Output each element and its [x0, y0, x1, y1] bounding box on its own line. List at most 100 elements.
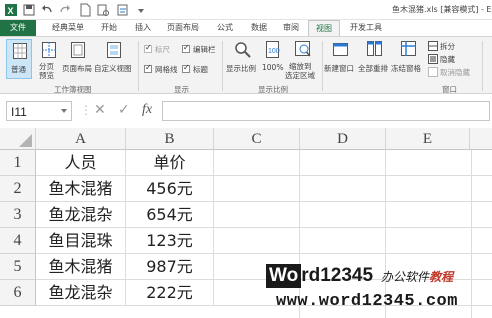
column-header-a[interactable]: A	[36, 128, 126, 150]
cell-b2[interactable]: 456元	[126, 176, 214, 202]
watermark-tagline-part1: 办公软件	[381, 270, 430, 284]
enter-icon[interactable]: ✓	[118, 102, 130, 118]
row-header-4[interactable]: 4	[0, 228, 36, 254]
ruler-checkbox[interactable]	[144, 43, 152, 53]
freeze-panes-icon	[401, 41, 417, 62]
group-label-workbook-views: 工作簿视图	[54, 85, 92, 94]
page-layout-label: 页面布局	[62, 64, 92, 73]
save-icon[interactable]	[22, 3, 36, 17]
zoom-to-selection-button[interactable]: 缩放到 选定区域	[285, 39, 320, 81]
arrange-all-label: 全部重排	[358, 64, 388, 73]
redo-icon[interactable]	[58, 3, 72, 17]
watermark-brand-rest: rd12345	[301, 265, 374, 286]
split-icon[interactable]	[428, 41, 438, 54]
tab-page-layout[interactable]: 页面布局	[164, 20, 202, 36]
formula-bar: I11 ⋮ ✕ ✓ fx	[0, 98, 492, 124]
row-header-6[interactable]: 6	[0, 280, 36, 306]
formula-input[interactable]	[162, 101, 490, 121]
cell-b6[interactable]: 222元	[126, 280, 214, 306]
column-header-e[interactable]: E	[386, 128, 470, 150]
zoom-button[interactable]: 显示比例	[226, 39, 258, 81]
row-header-3[interactable]: 3	[0, 202, 36, 228]
name-box-dropdown-icon[interactable]	[60, 107, 68, 118]
headings-label: 标题	[193, 65, 208, 74]
group-separator	[138, 41, 139, 91]
new-document-icon[interactable]	[78, 3, 92, 17]
cell-b1[interactable]: 单价	[126, 150, 214, 176]
page-layout-view-button[interactable]: 页面布局	[62, 39, 94, 81]
group-separator	[222, 41, 223, 91]
column-header-partial	[470, 128, 492, 150]
svg-text:100: 100	[268, 48, 280, 55]
svg-text:X: X	[8, 6, 14, 16]
new-window-button[interactable]: 新建窗口	[324, 39, 358, 81]
name-box-value: I11	[11, 105, 27, 119]
select-all-corner[interactable]	[0, 128, 36, 150]
unhide-icon[interactable]	[428, 67, 438, 80]
customize-dropdown-icon[interactable]	[134, 3, 148, 17]
tab-insert[interactable]: 插入	[130, 20, 156, 36]
row-header-1[interactable]: 1	[0, 150, 36, 176]
custom-views-button[interactable]: 自定义视图	[94, 39, 132, 81]
split-label[interactable]: 拆分	[440, 41, 455, 52]
formula-bar-checkbox[interactable]	[182, 43, 190, 53]
name-box[interactable]: I11	[6, 101, 72, 121]
tab-file[interactable]: 文件	[0, 20, 36, 36]
page-layout-icon	[71, 42, 85, 61]
tab-classic-menu[interactable]: 经典菜单	[46, 20, 90, 36]
hide-label[interactable]: 隐藏	[440, 54, 455, 65]
tab-developer[interactable]: 开发工具	[346, 20, 386, 36]
tab-data[interactable]: 数据	[246, 20, 272, 36]
watermark-brand-box: Wo	[266, 264, 302, 288]
page-break-label-2: 预览	[39, 71, 54, 80]
watermark-logo: Wo rd12345 办公软件教程	[266, 264, 453, 288]
tab-view[interactable]: 视图	[308, 20, 340, 37]
custom-views-icon	[107, 42, 121, 61]
tab-home[interactable]: 开始	[96, 20, 122, 36]
zoom-100-icon: 100	[265, 41, 281, 62]
arrange-all-icon	[367, 41, 383, 62]
normal-view-button[interactable]: 普通	[6, 39, 32, 79]
group-label-zoom: 显示比例	[258, 85, 288, 94]
gridlines-checkbox[interactable]	[144, 63, 152, 73]
column-header-d[interactable]: D	[300, 128, 386, 150]
cancel-icon[interactable]: ✕	[94, 102, 106, 118]
cell-a1[interactable]: 人员	[36, 150, 126, 176]
cell-b3[interactable]: 654元	[126, 202, 214, 228]
spell-check-icon[interactable]	[116, 3, 130, 17]
insert-function-icon[interactable]: fx	[142, 102, 152, 118]
cell-a5[interactable]: 鱼木混猪	[36, 254, 126, 280]
cell-b5[interactable]: 987元	[126, 254, 214, 280]
freeze-panes-label: 冻结窗格	[391, 64, 421, 73]
arrange-all-button[interactable]: 全部重排	[358, 39, 392, 81]
freeze-panes-button[interactable]: 冻结窗格	[391, 39, 426, 81]
cell-a4[interactable]: 鱼目混珠	[36, 228, 126, 254]
hide-icon[interactable]	[428, 54, 438, 67]
page-break-preview-button[interactable]: 分页 预览	[36, 39, 62, 81]
undo-icon[interactable]	[40, 3, 54, 17]
row-header-5[interactable]: 5	[0, 254, 36, 280]
column-header-b[interactable]: B	[126, 128, 214, 150]
worksheet-grid: A B C D E 1 人员 单价 2 鱼木混猪 456元 3 鱼龙混杂 654…	[0, 128, 492, 318]
zoom-selection-label-2: 选定区域	[285, 71, 315, 80]
print-preview-icon[interactable]	[96, 3, 110, 17]
page-break-icon	[42, 42, 56, 61]
unhide-label[interactable]: 取消隐藏	[440, 67, 470, 78]
column-header-c[interactable]: C	[214, 128, 300, 150]
cell-a6[interactable]: 鱼龙混杂	[36, 280, 126, 306]
tab-review[interactable]: 审阅	[278, 20, 304, 36]
new-window-label: 新建窗口	[324, 64, 354, 73]
cell-a3[interactable]: 鱼龙混杂	[36, 202, 126, 228]
zoom-label: 显示比例	[226, 64, 256, 73]
group-separator	[322, 41, 323, 91]
title-bar: X 鱼木混猪.xls [兼容模式] - Ex	[0, 0, 492, 20]
cell-b4[interactable]: 123元	[126, 228, 214, 254]
watermark-tagline: 办公软件教程	[381, 264, 453, 288]
watermark-tagline-part2: 教程	[429, 270, 454, 284]
zoom-100-button[interactable]: 100 100%	[260, 39, 286, 81]
formula-bar-label: 编辑栏	[193, 45, 216, 54]
headings-checkbox[interactable]	[182, 63, 190, 73]
cell-a2[interactable]: 鱼木混猪	[36, 176, 126, 202]
row-header-2[interactable]: 2	[0, 176, 36, 202]
tab-formulas[interactable]: 公式	[212, 20, 238, 36]
